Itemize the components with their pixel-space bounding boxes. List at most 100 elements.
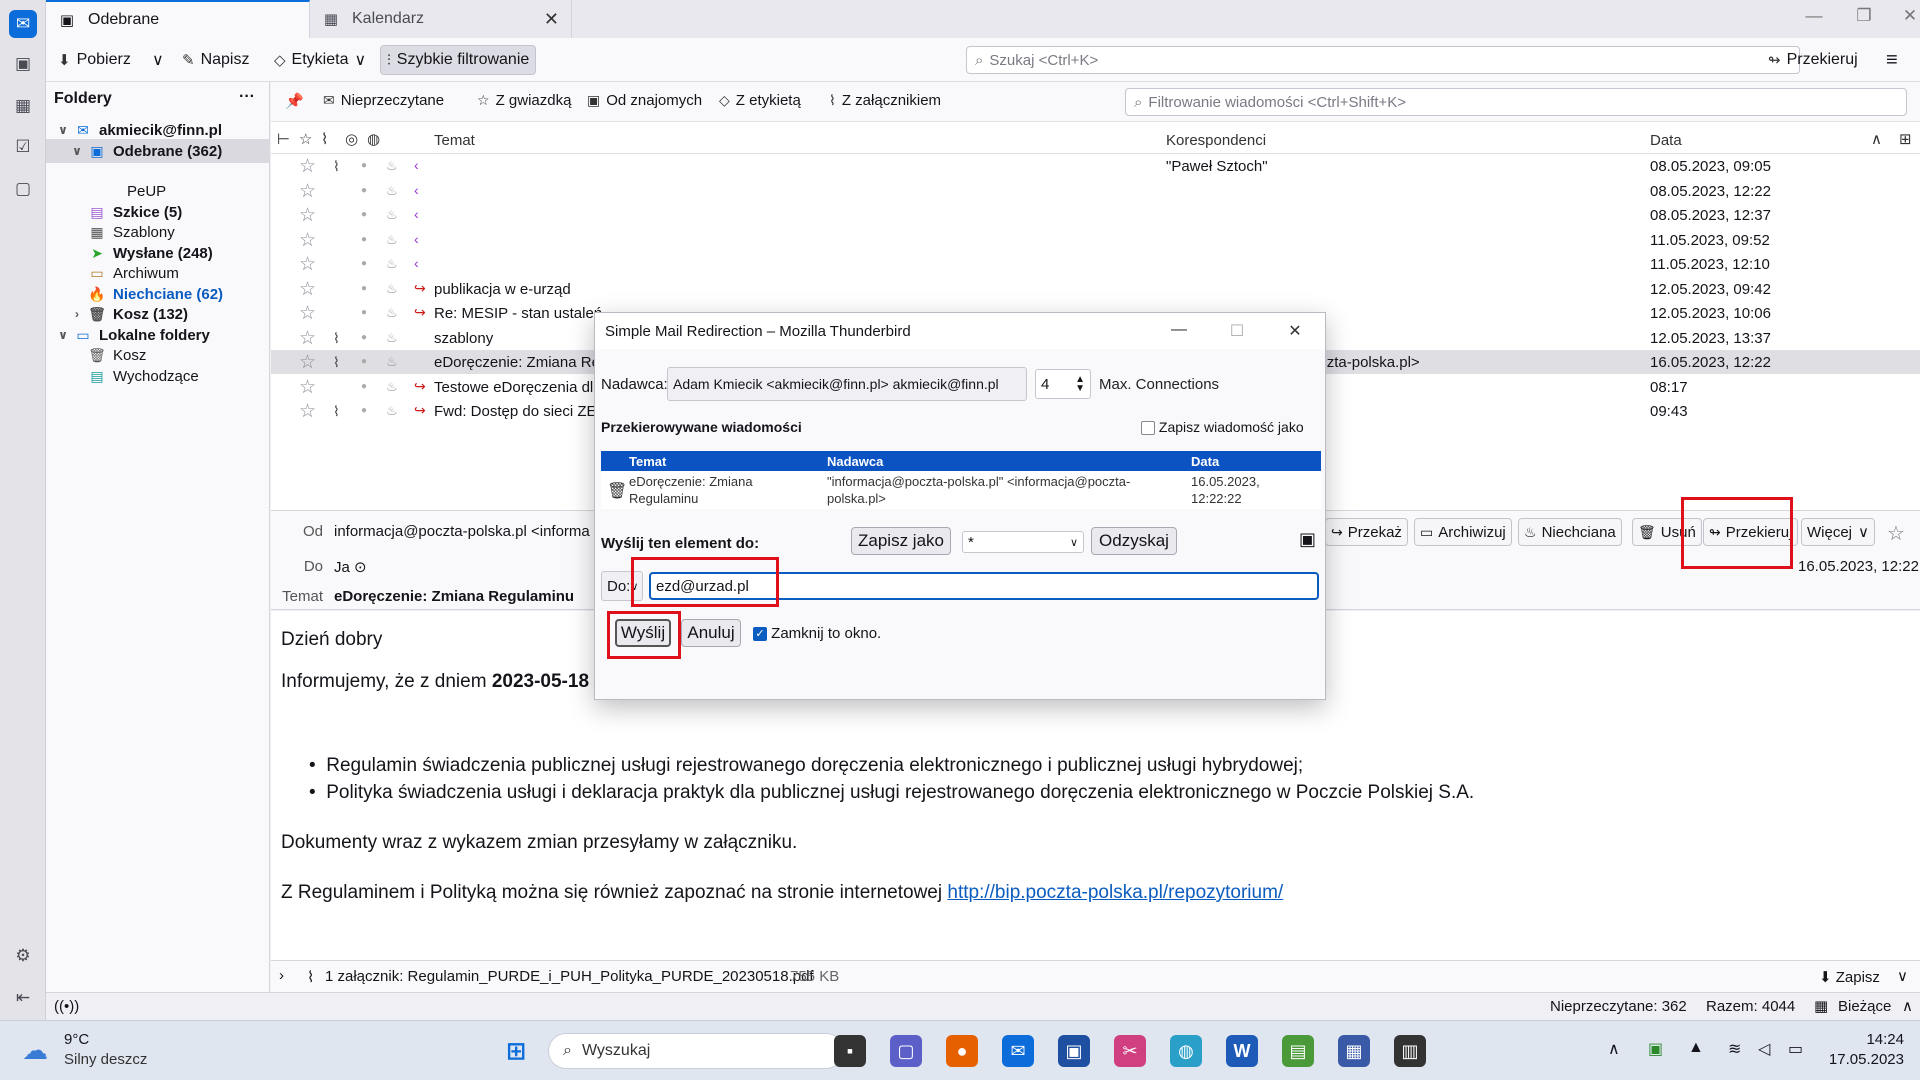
tab-calendar[interactable]: ▦ Kalendarz ✕ (310, 0, 572, 38)
chart-app-icon[interactable]: ▤ (1282, 1035, 1314, 1067)
star-column-icon[interactable]: ☆ (299, 130, 312, 148)
firefox-icon[interactable]: ● (946, 1035, 978, 1067)
tasks-space-icon[interactable]: ☑ (9, 133, 37, 161)
junk-button[interactable]: ♨ Niechciana (1518, 518, 1622, 546)
online-status-icon[interactable]: ((•)) (54, 998, 79, 1015)
message-row[interactable]: ☆ ● ♨ ↪ publikacja w e-urząd 12.05.2023, 09:4… (271, 277, 1920, 301)
forward-button[interactable]: ↪ Przekaż (1325, 518, 1408, 546)
tray-app-icon[interactable]: ▣ (1648, 1039, 1663, 1059)
junk-status-icon[interactable]: ♨ (386, 207, 398, 223)
filter-attachment-button[interactable]: ⌇ Z załącznikiem (829, 92, 941, 109)
correspondents-column-header[interactable]: Korespondenci (1166, 132, 1266, 149)
today-pane-label[interactable]: Bieżące (1838, 998, 1891, 1015)
expand-attachments-icon[interactable]: › (279, 967, 284, 984)
read-status-icon[interactable]: ● (361, 381, 367, 392)
folder-twisty-icon[interactable]: ∨ (70, 144, 84, 158)
junk-status-icon[interactable]: ♨ (386, 158, 398, 174)
get-messages-button[interactable]: ⬇ Pobierz (52, 45, 137, 75)
address-book-icon[interactable]: ▣ (1299, 529, 1316, 550)
folder-item[interactable]: ∨ ▣ Odebrane (362) (46, 139, 270, 163)
dev-app-icon[interactable]: ▥ (1394, 1035, 1426, 1067)
message-filter-input[interactable]: ⌕ Filtrowanie wiadomości <Ctrl+Shift+K> (1125, 88, 1907, 116)
read-status-icon[interactable]: ● (361, 258, 367, 269)
filter-starred-button[interactable]: ☆ Z gwiazdką (477, 92, 571, 109)
save-copy-checkbox[interactable] (1141, 421, 1155, 436)
read-status-icon[interactable]: ● (361, 356, 367, 367)
speaker-icon[interactable]: ◁ (1758, 1039, 1770, 1059)
filter-contacts-button[interactable]: ▣ Od znajomych (587, 92, 702, 109)
read-column-icon[interactable]: ◍ (367, 130, 380, 148)
tray-security-icon[interactable]: ▲ (1688, 1039, 1704, 1057)
toolbar-redirect-button[interactable]: ↬ Przekieruj (1762, 45, 1864, 75)
read-status-icon[interactable]: ● (361, 332, 367, 343)
save-as-button[interactable]: Zapisz jako (851, 527, 951, 555)
star-icon[interactable]: ☆ (299, 253, 316, 276)
message-row[interactable]: ☆ ● ♨ ‹ 08.05.2023, 12:22 (271, 179, 1920, 203)
junk-status-icon[interactable]: ♨ (386, 354, 398, 370)
read-status-icon[interactable]: ● (361, 209, 367, 220)
windows-start-icon[interactable]: ⊞ (500, 1035, 532, 1067)
tab-inbox[interactable]: ▣ Odebrane (46, 0, 310, 38)
star-icon[interactable]: ☆ (299, 204, 316, 227)
star-icon[interactable]: ☆ (299, 376, 316, 399)
thread-column-icon[interactable]: ⊢ (277, 130, 290, 148)
column-picker-icon[interactable]: ⊞ (1899, 130, 1912, 148)
clock-time[interactable]: 14:24 (1828, 1031, 1904, 1048)
date-column-header[interactable]: Data (1650, 132, 1682, 149)
star-icon[interactable]: ☆ (299, 302, 316, 325)
filter-unread-button[interactable]: ✉ Nieprzeczytane (323, 92, 444, 109)
junk-status-icon[interactable]: ♨ (386, 232, 398, 248)
from-value[interactable]: informacja@poczta-polska.pl <informa (334, 523, 590, 540)
trash-icon[interactable]: 🗑 (607, 481, 627, 501)
taskbar-search[interactable]: ⌕ Wyszukaj (548, 1033, 844, 1069)
address-list-select[interactable]: * ∨ (962, 531, 1084, 553)
read-status-icon[interactable]: ● (361, 234, 367, 245)
clock-date[interactable]: 17.05.2023 (1816, 1051, 1904, 1068)
chevron-up-icon[interactable]: ∧ (1608, 1039, 1620, 1059)
app-menu-button[interactable]: ≡ (1880, 45, 1904, 75)
junk-status-icon[interactable]: ♨ (386, 305, 398, 321)
save-attachment-button[interactable]: ⬇ Zapisz (1819, 968, 1880, 986)
star-icon[interactable]: ☆ (299, 229, 316, 252)
read-status-icon[interactable]: ● (361, 405, 367, 416)
task-view-icon[interactable]: ▪ (834, 1035, 866, 1067)
save-copy-option[interactable]: Zapisz wiadomość jako (1141, 419, 1304, 436)
snipping-tool-icon[interactable]: ✂ (1114, 1035, 1146, 1067)
read-status-icon[interactable]: ● (361, 185, 367, 196)
tag-button[interactable]: ◇ Etykieta ∨ (268, 45, 372, 75)
folder-pane-menu-icon[interactable]: ··· (239, 88, 255, 106)
word-icon[interactable]: W (1226, 1035, 1258, 1067)
message-row[interactable]: ☆ ⌇ ● ♨ ‹ "Paweł Sztoch" 08.05.2023, 09:05 (271, 154, 1920, 178)
dialog-minimize-icon[interactable]: — (1159, 321, 1199, 339)
to-value[interactable]: Ja ⊙ (334, 558, 367, 576)
subject-column-header[interactable]: Temat (434, 132, 475, 149)
junk-status-icon[interactable]: ♨ (386, 256, 398, 272)
settings-gear-icon[interactable]: ⚙ (9, 942, 37, 970)
message-row[interactable]: ☆ ● ♨ ‹ 08.05.2023, 12:37 (271, 203, 1920, 227)
message-row[interactable]: ☆ ● ♨ ‹ 11.05.2023, 12:10 (271, 252, 1920, 276)
junk-column-icon[interactable]: ◎ (345, 130, 358, 148)
close-window-checkbox[interactable]: ✓ (753, 627, 767, 642)
junk-status-icon[interactable]: ♨ (386, 281, 398, 297)
weather-icon[interactable]: ☁ (22, 1035, 48, 1066)
star-icon[interactable]: ☆ (299, 278, 316, 301)
minimize-icon[interactable]: — (1796, 6, 1832, 26)
messages-table-row[interactable]: 🗑 eDoręczenie: Zmiana Regulaminu "inform… (601, 471, 1321, 509)
folder-twisty-icon[interactable]: ∨ (56, 123, 70, 137)
sticky-pin-button[interactable]: 📌 (285, 92, 304, 110)
app-icon[interactable]: ▣ (1058, 1035, 1090, 1067)
maximize-icon[interactable]: ❐ (1846, 6, 1882, 26)
restore-button[interactable]: Odzyskaj (1091, 527, 1177, 555)
star-icon[interactable]: ☆ (299, 400, 316, 423)
star-icon[interactable]: ☆ (299, 327, 316, 350)
collapse-spaces-icon[interactable]: ⇤ (9, 984, 37, 1012)
junk-status-icon[interactable]: ♨ (386, 403, 398, 419)
chevron-up-icon[interactable]: ∧ (1902, 997, 1913, 1015)
address-book-icon[interactable]: ▣ (9, 50, 37, 78)
body-link[interactable]: http://bip.poczta-polska.pl/repozytorium… (947, 882, 1283, 903)
star-icon[interactable]: ☆ (299, 155, 316, 178)
message-row[interactable]: ☆ ● ♨ ‹ 11.05.2023, 09:52 (271, 228, 1920, 252)
attachment-label[interactable]: 1 załącznik: Regulamin_PURDE_i_PUH_Polit… (325, 968, 814, 985)
junk-status-icon[interactable]: ♨ (386, 379, 398, 395)
folder-item[interactable]: ▤ Wychodzące (70, 364, 198, 388)
